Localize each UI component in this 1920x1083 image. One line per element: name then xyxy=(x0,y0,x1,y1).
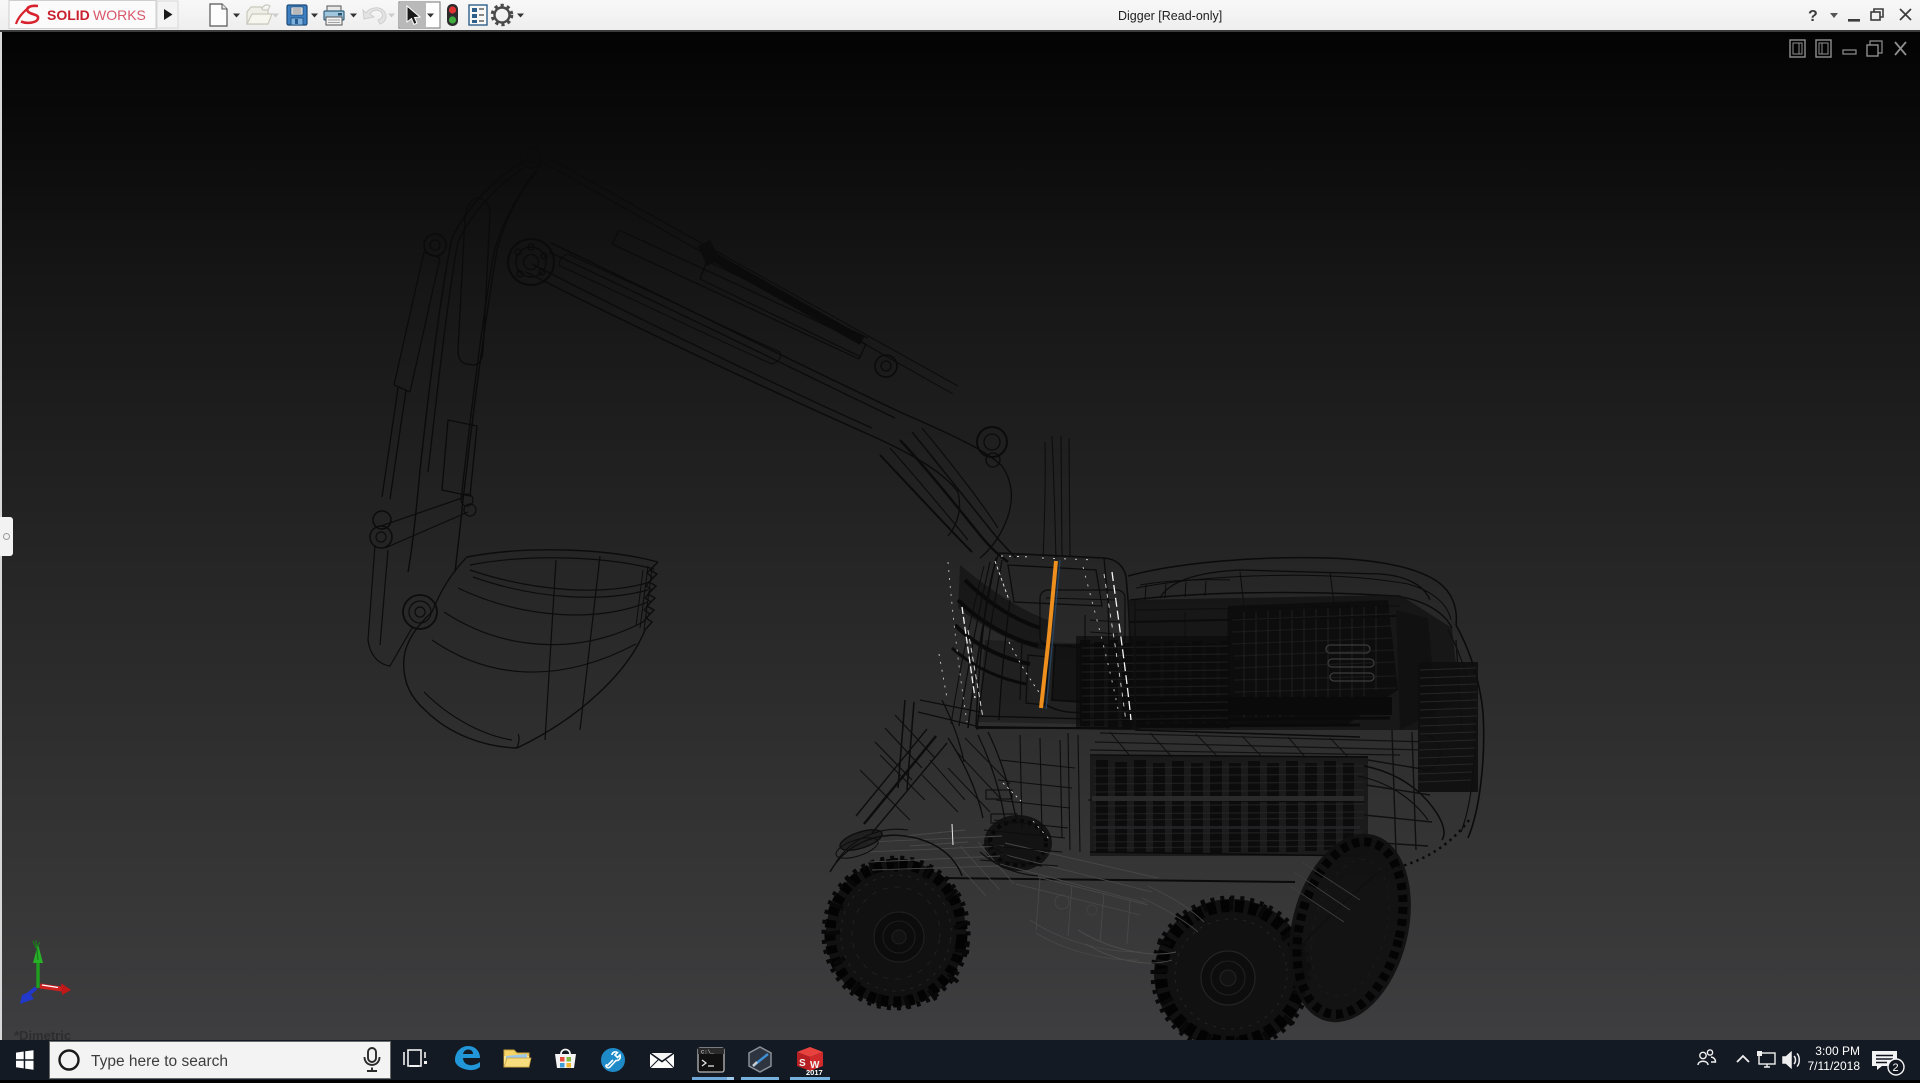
svg-text:Digger [Read-only]: Digger [Read-only] xyxy=(1118,9,1222,23)
svg-text:?: ? xyxy=(1808,8,1818,25)
svg-text:2: 2 xyxy=(1893,1062,1899,1074)
svg-text:S: S xyxy=(799,1058,806,1069)
svg-text:SOLID: SOLID xyxy=(47,7,90,23)
svg-text:WORKS: WORKS xyxy=(93,7,146,23)
svg-text:C:\_: C:\_ xyxy=(701,1049,715,1056)
svg-text:Type here to search: Type here to search xyxy=(91,1053,228,1070)
svg-text:2017: 2017 xyxy=(806,1068,823,1077)
